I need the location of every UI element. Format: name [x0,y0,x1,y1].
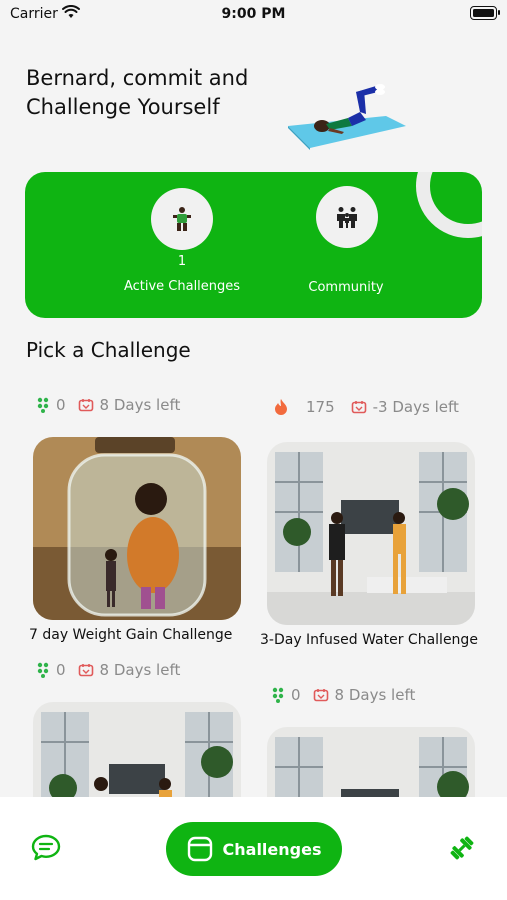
workout-person-icon [173,207,191,231]
active-challenges-button[interactable] [151,188,213,250]
days-left: -3 Days left [372,398,459,416]
challenge-meta: 0 8 Days left [36,661,180,679]
challenge-meta: 175 -3 Days left [274,398,459,416]
chat-icon[interactable] [31,834,61,862]
days-left: 8 Days left [99,396,181,414]
dumbbell-icon[interactable] [449,835,475,861]
challenges-tab-icon [187,836,212,862]
calendar-icon [351,401,366,414]
challenge-title: 3-Day Infused Water Challenge [260,632,478,648]
clock: 9:00 PM [221,6,286,22]
flame-icon [275,399,287,415]
days-left: 8 Days left [334,686,416,704]
stats-card: 1 Active Challenges Community [25,172,482,318]
active-challenges-count: 1 [177,254,187,269]
status-bar: Carrier 9:00 PM [0,0,507,30]
section-title: Pick a Challenge [26,338,191,362]
calendar-icon [78,399,93,412]
battery-icon [470,6,500,20]
participants-icon [37,397,49,413]
challenge-image [33,437,241,620]
calendar-icon [78,664,93,677]
participants-count: 175 [306,398,335,416]
challenge-card-infused-water[interactable] [267,442,475,625]
challenges-tab-label: Challenges [222,839,322,859]
community-icon [337,207,357,228]
days-left: 8 Days left [99,661,181,679]
participants-icon [272,687,284,703]
challenges-screen: Carrier 9:00 PM Bernard, commit and Chal… [0,0,507,900]
challenge-image [267,442,475,625]
participants-count: 0 [291,686,301,704]
decorative-ring [416,172,482,238]
active-challenges-label: Active Challenges [123,279,241,294]
community-label: Community [308,280,384,295]
participants-icon [37,662,49,678]
community-button[interactable] [316,186,378,248]
page-title: Bernard, commit and Challenge Yourself [26,66,249,119]
challenge-card-weight-gain[interactable] [33,437,241,620]
participants-count: 0 [56,661,66,679]
challenge-title: 7 day Weight Gain Challenge [29,627,233,643]
yoga-illustration [288,84,406,150]
challenges-tab-button[interactable]: Challenges [166,822,342,876]
participants-count: 0 [56,396,66,414]
calendar-icon [313,689,328,702]
bottom-nav: Challenges [0,797,507,900]
challenge-meta: 0 8 Days left [36,396,180,414]
challenge-meta: 0 8 Days left [271,686,415,704]
